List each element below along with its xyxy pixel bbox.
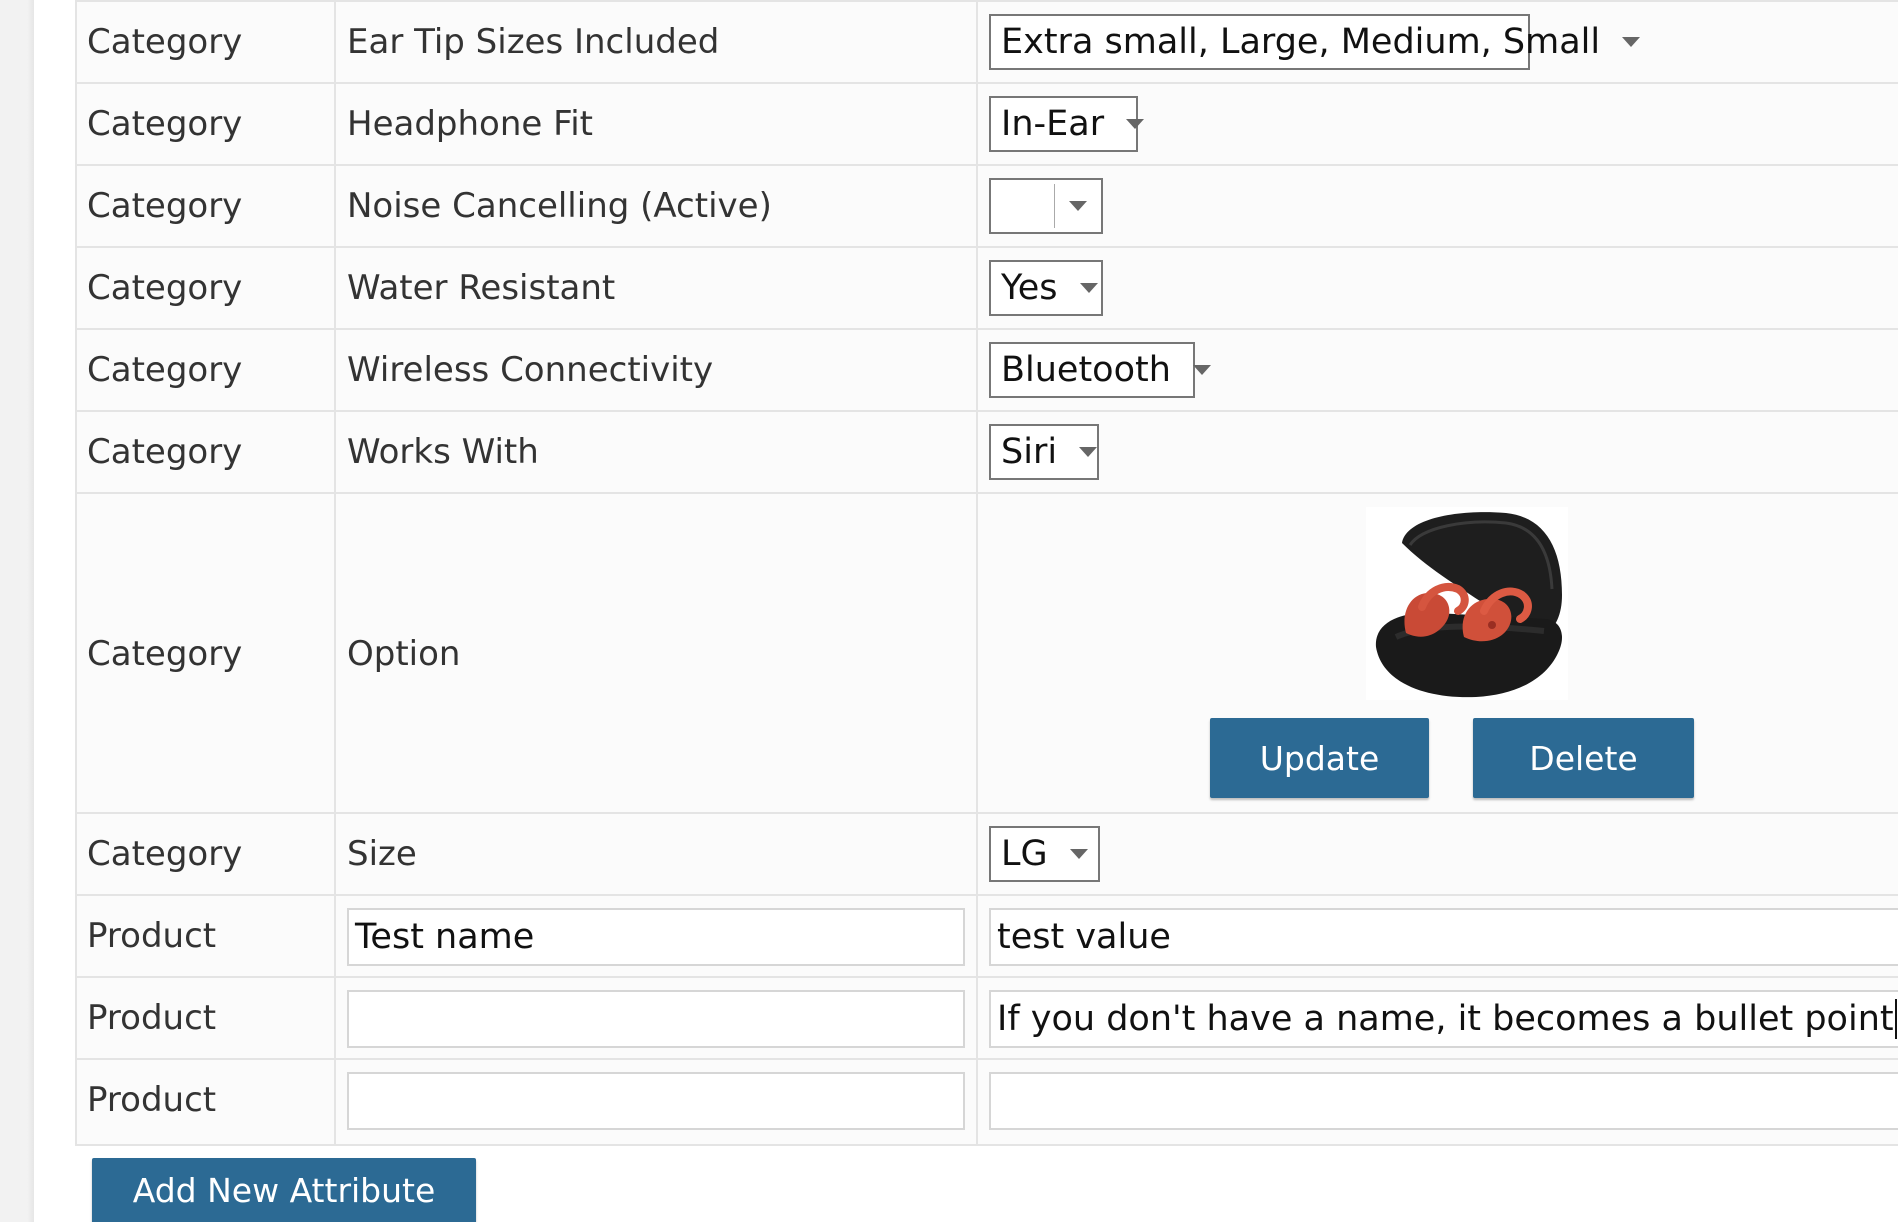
- row-type-label: Category: [87, 432, 243, 472]
- table-row: Category Headphone Fit In-Ear: [75, 82, 1898, 166]
- table-row: Category Ear Tip Sizes Included Extra sm…: [75, 0, 1898, 84]
- chevron-down-icon: [1079, 447, 1098, 457]
- attribute-name-input[interactable]: [347, 990, 965, 1048]
- attribute-value-input[interactable]: test value: [989, 908, 1898, 966]
- row-type-label: Category: [87, 104, 243, 144]
- text-caret: [1894, 999, 1897, 1039]
- row-type-label: Category: [87, 186, 243, 226]
- table-row: Product Test name test value: [75, 894, 1898, 978]
- table-row: Category Size LG: [75, 812, 1898, 896]
- earbuds-case-image: [1366, 507, 1568, 700]
- chevron-down-icon: [1069, 201, 1087, 211]
- row-type-label: Category: [87, 834, 243, 874]
- row-type-label: Category: [87, 634, 243, 674]
- value-select[interactable]: Siri: [989, 424, 1099, 480]
- table-row: Category Wireless Connectivity Bluetooth: [75, 328, 1898, 412]
- chevron-down-icon: [1126, 119, 1145, 129]
- attribute-name-input[interactable]: Test name: [347, 908, 965, 966]
- value-select[interactable]: Yes: [989, 260, 1103, 316]
- attribute-name: Water Resistant: [347, 268, 616, 308]
- chevron-down-icon: [1079, 283, 1098, 293]
- row-type-label: Product: [87, 916, 217, 956]
- value-select[interactable]: In-Ear: [989, 96, 1145, 152]
- attribute-name-input[interactable]: [347, 1072, 965, 1130]
- table-row: Product If you don't have a name, it bec…: [75, 976, 1898, 1060]
- left-gutter: [0, 0, 34, 1222]
- chevron-down-icon: [1622, 37, 1641, 47]
- value-select[interactable]: Bluetooth: [989, 342, 1211, 398]
- attribute-name: Size: [347, 834, 417, 874]
- row-type-label: Product: [87, 998, 217, 1038]
- table-row: Category Works With Siri: [75, 410, 1898, 494]
- table-row: Category Noise Cancelling (Active): [75, 164, 1898, 248]
- table-row: Category Water Resistant Yes: [75, 246, 1898, 330]
- delete-button[interactable]: Delete: [1473, 718, 1694, 798]
- table-row: Product: [75, 1058, 1898, 1146]
- row-type-label: Category: [87, 268, 243, 308]
- attributes-table: Category Ear Tip Sizes Included Extra sm…: [75, 0, 1898, 1146]
- attribute-value-input[interactable]: [989, 1072, 1898, 1130]
- row-type-label: Product: [87, 1080, 217, 1120]
- value-text: If you don't have a name, it becomes a b…: [997, 999, 1894, 1039]
- value-select[interactable]: [989, 178, 1103, 234]
- attribute-value-input[interactable]: If you don't have a name, it becomes a b…: [989, 990, 1898, 1048]
- attribute-name: Works With: [347, 432, 539, 472]
- row-type-label: Category: [87, 22, 243, 62]
- add-new-attribute-button[interactable]: Add New Attribute: [92, 1158, 476, 1222]
- update-button[interactable]: Update: [1210, 718, 1429, 798]
- value-select[interactable]: Extra small, Large, Medium, Small: [989, 14, 1641, 70]
- chevron-down-icon: [1192, 365, 1211, 375]
- row-type-label: Category: [87, 350, 243, 390]
- attribute-name: Ear Tip Sizes Included: [347, 22, 720, 62]
- chevron-down-icon: [1069, 849, 1088, 859]
- table-row: Category Option Update Delete: [75, 492, 1898, 814]
- value-select[interactable]: LG: [989, 826, 1100, 882]
- attribute-name: Noise Cancelling (Active): [347, 186, 772, 226]
- attribute-name: Wireless Connectivity: [347, 350, 714, 390]
- attribute-name: Option: [347, 634, 461, 674]
- attribute-name: Headphone Fit: [347, 104, 593, 144]
